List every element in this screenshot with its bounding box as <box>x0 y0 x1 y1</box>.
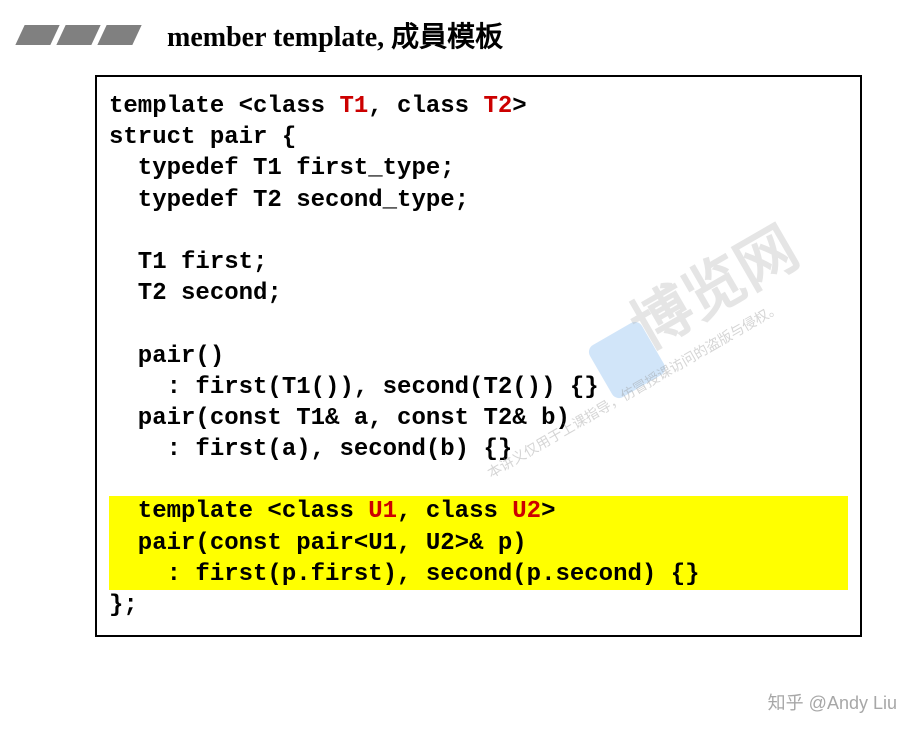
template-param: T1 <box>339 93 368 120</box>
code-line: template <class U1, class U2> <box>109 498 556 525</box>
template-param: U1 <box>368 498 397 525</box>
code-line: pair(const pair<U1, U2>& p) <box>109 530 527 557</box>
code-line: : first(a), second(b) {} <box>109 436 512 463</box>
code-line: typedef T1 first_type; <box>109 155 455 182</box>
template-param: U2 <box>512 498 541 525</box>
deco-bar <box>97 25 141 45</box>
code-line: template <class T1, class T2> <box>109 93 527 120</box>
decorative-bars <box>20 25 137 45</box>
slide-title: member template, 成員模板 <box>167 15 503 55</box>
code-line: }; <box>109 592 138 619</box>
code-line: struct pair { <box>109 124 296 151</box>
highlighted-code: template <class U1, class U2> pair(const… <box>109 496 848 590</box>
code-line: typedef T2 second_type; <box>109 187 469 214</box>
code-block: template <class T1, class T2> struct pai… <box>95 75 862 637</box>
slide-header: member template, 成員模板 <box>0 0 922 65</box>
code-line: T2 second; <box>109 280 282 307</box>
code-line: : first(p.first), second(p.second) {} <box>109 561 700 588</box>
code-line: pair(const T1& a, const T2& b) <box>109 405 570 432</box>
footer-attribution: 知乎 @Andy Liu <box>768 689 897 715</box>
code-line: pair() <box>109 343 224 370</box>
code-line: T1 first; <box>109 249 267 276</box>
deco-bar <box>56 25 100 45</box>
deco-bar <box>15 25 59 45</box>
template-param: T2 <box>483 93 512 120</box>
code-line: : first(T1()), second(T2()) {} <box>109 374 599 401</box>
